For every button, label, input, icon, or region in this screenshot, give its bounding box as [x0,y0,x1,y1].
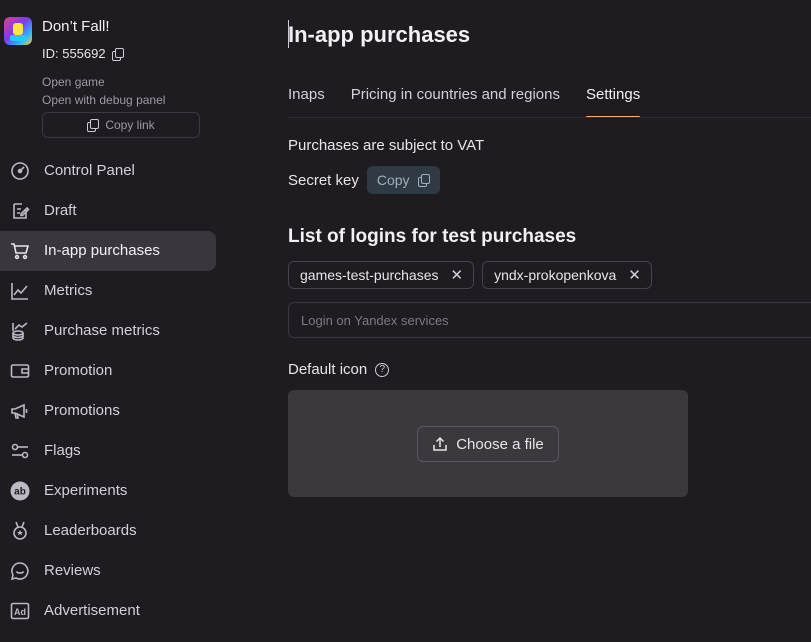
sidebar-item-label: In-app purchases [44,242,160,259]
test-logins-title: List of logins for test purchases [288,226,577,247]
open-game-link[interactable]: Open game [42,75,105,89]
copy-link-button[interactable]: Copy link [42,112,200,138]
megaphone-icon [10,401,30,421]
tab-bar: Inaps Pricing in countries and regions S… [288,86,666,118]
main-content: In-app purchases Inaps Pricing in countr… [288,0,811,642]
page-title: In-app purchases [288,22,471,47]
default-icon-text: Default icon [288,361,368,378]
ab-icon: ab [10,481,30,501]
speedometer-icon [10,161,30,181]
sidebar-item-label: Experiments [44,482,128,499]
help-icon[interactable]: ? [375,362,390,377]
chip-label: yndx-prokopenkova [494,267,617,283]
sidebar-item-promotion[interactable]: Promotion [0,351,216,391]
remove-chip-icon[interactable]: ✕ [451,268,464,283]
game-name: Don’t Fall! [42,18,110,35]
sidebar-item-leaderboards[interactable]: Leaderboards [0,511,216,551]
cart-icon [10,241,30,261]
sidebar-item-flags[interactable]: Flags [0,431,216,471]
secret-key-label: Secret key [288,171,359,189]
sidebar-item-label: Flags [44,442,81,459]
upload-icon [433,436,447,451]
sidebar-item-label: Control Panel [44,162,135,179]
vat-notice: Purchases are subject to VAT [288,137,485,154]
login-chip: games-test-purchases ✕ [288,261,475,289]
choose-file-label: Choose a file [456,435,544,453]
chip-label: games-test-purchases [300,267,439,283]
sidebar-item-metrics[interactable]: Metrics [0,271,216,311]
line-chart-icon [10,281,30,301]
copy-icon [417,174,430,187]
sidebar-item-experiments[interactable]: ab Experiments [0,471,216,511]
login-chip: yndx-prokopenkova ✕ [482,261,652,289]
remove-chip-icon[interactable]: ✕ [628,268,641,283]
sidebar-item-label: Reviews [44,562,101,579]
sidebar-item-in-app-purchases[interactable]: In-app purchases [0,231,216,271]
wallet-icon [10,361,30,381]
default-icon-label: Default icon ? [288,361,390,378]
copy-id-icon[interactable] [111,47,124,61]
tab-inaps[interactable]: Inaps [288,86,325,118]
icon-dropzone[interactable]: Choose a file [288,390,688,497]
open-debug-link[interactable]: Open with debug panel [42,93,165,107]
game-id: ID: 555692 [42,46,124,61]
tab-settings[interactable]: Settings [586,86,641,118]
medal-icon [10,521,30,541]
toggles-icon [10,441,30,461]
sidebar-item-control-panel[interactable]: Control Panel [0,151,216,191]
game-logo [4,17,32,45]
ad-icon: Ad [10,601,30,621]
sidebar-item-label: Draft [44,202,77,219]
sidebar: Don’t Fall! ID: 555692 Open game Open wi… [0,0,222,642]
chat-bubble-icon [10,561,30,581]
copy-secret-key-button[interactable]: Copy [366,166,440,194]
tab-pricing[interactable]: Pricing in countries and regions [351,86,560,118]
sidebar-item-advertisement[interactable]: Ad Advertisement [0,591,216,631]
sidebar-item-reviews[interactable]: Reviews [0,551,216,591]
test-login-chips: games-test-purchases ✕ yndx-prokopenkova… [288,261,652,289]
sidebar-item-purchase-metrics[interactable]: Purchase metrics [0,311,216,351]
sidebar-item-promotions[interactable]: Promotions [0,391,216,431]
sidebar-item-label: Promotions [44,402,120,419]
choose-file-button[interactable]: Choose a file [417,426,559,462]
tab-divider [288,117,811,118]
game-id-text: ID: 555692 [42,46,106,61]
svg-text:Ad: Ad [14,607,26,617]
secret-key-row: Secret key Copy [288,166,440,194]
copy-link-label: Copy link [105,118,155,132]
sidebar-item-label: Advertisement [44,602,140,619]
sidebar-item-label: Leaderboards [44,522,137,539]
login-input[interactable] [288,302,811,338]
sidebar-item-label: Promotion [44,362,113,379]
sidebar-item-label: Purchase metrics [44,322,160,339]
coins-chart-icon [10,321,30,341]
sidebar-item-label: Metrics [44,282,93,299]
copy-icon [87,119,100,132]
edit-document-icon [10,201,30,221]
svg-text:ab: ab [14,487,26,498]
sidebar-nav: Control Panel Draft In-app purchases Met… [0,151,222,631]
sidebar-item-draft[interactable]: Draft [0,191,216,231]
copy-button-label: Copy [376,172,410,188]
